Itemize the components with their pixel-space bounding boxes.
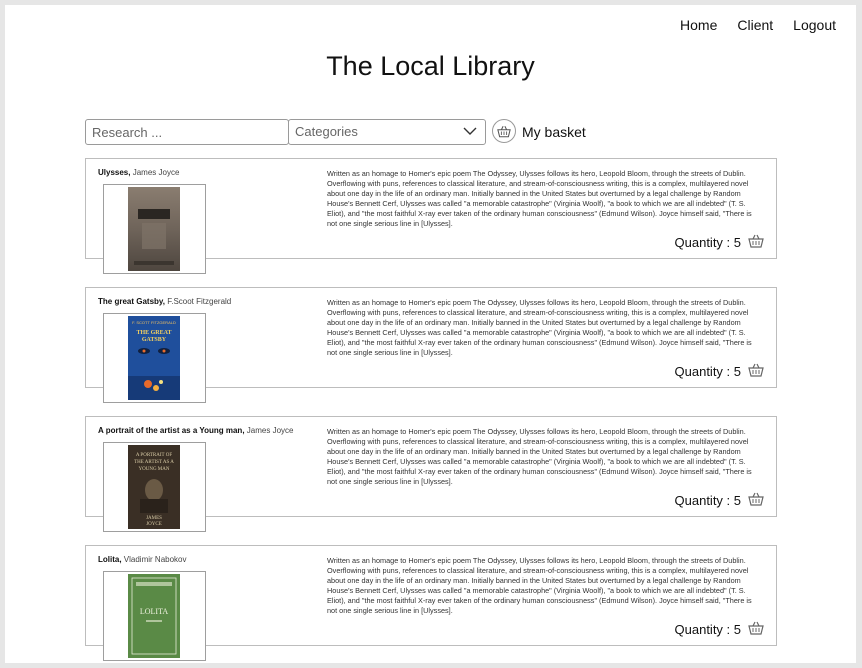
add-to-basket-icon[interactable] bbox=[748, 234, 764, 248]
book-title: The great Gatsby, bbox=[98, 297, 165, 306]
book-title: Lolita, bbox=[98, 555, 122, 564]
svg-text:THE GREAT: THE GREAT bbox=[136, 330, 171, 336]
my-basket-button[interactable] bbox=[492, 119, 516, 143]
book-card: A portrait of the artist as a Young man,… bbox=[85, 416, 777, 532]
ulysses-cover bbox=[128, 187, 180, 271]
chevron-down-icon bbox=[463, 127, 477, 135]
book-author: James Joyce bbox=[246, 426, 294, 435]
nav-logout-link[interactable]: Logout bbox=[793, 17, 836, 33]
svg-text:GATSBY: GATSBY bbox=[142, 337, 167, 343]
book-cover-frame: LOLITA bbox=[103, 571, 206, 661]
svg-text:THE ARTIST AS A: THE ARTIST AS A bbox=[134, 460, 174, 465]
basket-icon bbox=[497, 125, 511, 137]
book-author: Vladimir Nabokov bbox=[123, 555, 187, 564]
gatsby-cover: F. SCOTT FITZGERALD THE GREAT GATSBY bbox=[128, 316, 180, 400]
book-quantity: Quantity : 5 bbox=[674, 493, 741, 508]
book-description: Written as an homage to Homer's epic poe… bbox=[327, 556, 752, 615]
app-window: Home Client Logout The Local Library Cat… bbox=[5, 5, 856, 663]
book-cover-frame: F. SCOTT FITZGERALD THE GREAT GATSBY bbox=[103, 313, 206, 403]
book-description: Written as an homage to Homer's epic poe… bbox=[327, 298, 752, 357]
my-basket-label[interactable]: My basket bbox=[522, 124, 586, 140]
book-heading: A portrait of the artist as a Young man,… bbox=[98, 426, 293, 435]
svg-text:A PORTRAIT OF: A PORTRAIT OF bbox=[136, 453, 173, 458]
add-to-basket-icon[interactable] bbox=[748, 621, 764, 635]
book-description: Written as an homage to Homer's epic poe… bbox=[327, 427, 752, 486]
categories-select[interactable]: Categories bbox=[288, 119, 486, 145]
book-card: The great Gatsby, F.Scoot Fitzgerald F. … bbox=[85, 287, 777, 403]
book-description: Written as an homage to Homer's epic poe… bbox=[327, 169, 752, 228]
book-cover-frame bbox=[103, 184, 206, 274]
nav-client-link[interactable]: Client bbox=[737, 17, 773, 33]
book-heading: Ulysses, James Joyce bbox=[98, 168, 179, 177]
book-list: Ulysses, James Joyce Written as an homag… bbox=[85, 158, 777, 663]
book-quantity: Quantity : 5 bbox=[674, 235, 741, 250]
nav-home-link[interactable]: Home bbox=[680, 17, 717, 33]
search-input[interactable] bbox=[85, 119, 289, 145]
cover-title-text: LOLITA bbox=[140, 607, 168, 616]
book-quantity: Quantity : 5 bbox=[674, 622, 741, 637]
portrait-cover: A PORTRAIT OF THE ARTIST AS A YOUNG MAN … bbox=[128, 445, 180, 529]
book-heading: Lolita, Vladimir Nabokov bbox=[98, 555, 187, 564]
add-to-basket-icon[interactable] bbox=[748, 363, 764, 377]
top-nav: Home Client Logout bbox=[680, 17, 836, 33]
svg-text:JOYCE: JOYCE bbox=[146, 522, 162, 527]
categories-label: Categories bbox=[295, 124, 358, 139]
add-to-basket-icon[interactable] bbox=[748, 492, 764, 506]
book-heading: The great Gatsby, F.Scoot Fitzgerald bbox=[98, 297, 231, 306]
svg-text:YOUNG MAN: YOUNG MAN bbox=[139, 467, 170, 472]
book-quantity: Quantity : 5 bbox=[674, 364, 741, 379]
book-cover-frame: A PORTRAIT OF THE ARTIST AS A YOUNG MAN … bbox=[103, 442, 206, 532]
book-author: F.Scoot Fitzgerald bbox=[167, 297, 232, 306]
page-title: The Local Library bbox=[326, 51, 535, 81]
cover-author-text: F. SCOTT FITZGERALD bbox=[132, 320, 176, 325]
book-card: Lolita, Vladimir Nabokov LOLITA Written … bbox=[85, 545, 777, 661]
svg-text:JAMES: JAMES bbox=[146, 516, 162, 521]
book-card: Ulysses, James Joyce Written as an homag… bbox=[85, 158, 777, 274]
book-title: Ulysses, bbox=[98, 168, 131, 177]
book-author: James Joyce bbox=[132, 168, 180, 177]
lolita-cover: LOLITA bbox=[128, 574, 180, 658]
book-title: A portrait of the artist as a Young man, bbox=[98, 426, 245, 435]
